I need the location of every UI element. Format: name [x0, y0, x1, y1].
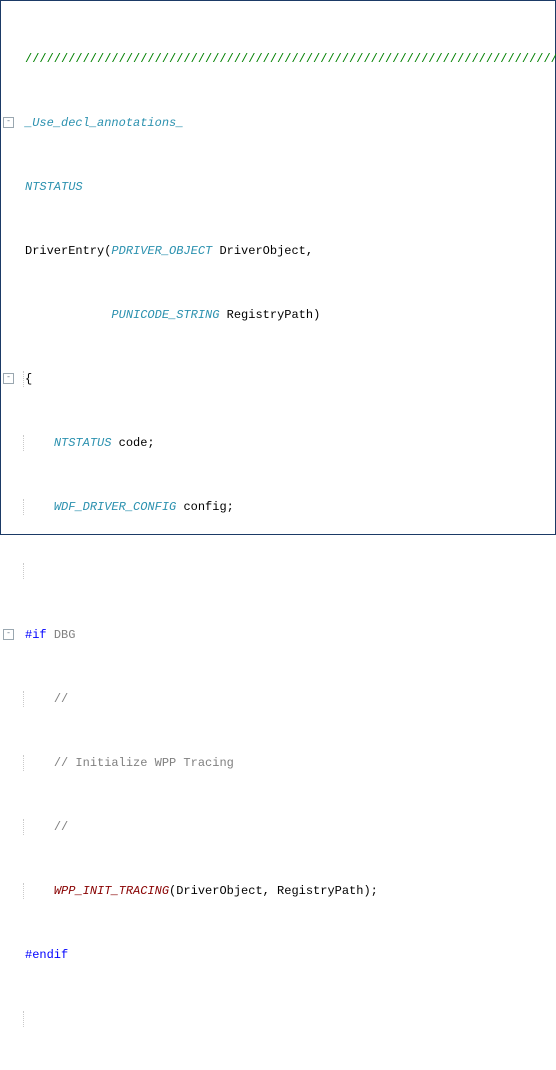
comment: // — [54, 820, 68, 834]
code-line: // — [15, 691, 555, 707]
brace: { — [25, 372, 32, 386]
code-line: -{ — [15, 371, 555, 387]
indent-guide — [23, 883, 24, 899]
code-line: -#if DBG — [15, 627, 555, 643]
code-line: NTSTATUS — [15, 179, 555, 195]
rule-comment: ////////////////////////////////////////… — [25, 52, 556, 66]
sal-annotation: _Use_decl_annotations_ — [25, 116, 183, 130]
code-line — [15, 1011, 555, 1027]
code-line: WPP_INIT_TRACING(DriverObject, RegistryP… — [15, 883, 555, 899]
code-line: -_Use_decl_annotations_ — [15, 115, 555, 131]
indent-guide — [23, 691, 24, 707]
code-line — [15, 563, 555, 579]
var-name: code; — [119, 436, 155, 450]
param-type: PUNICODE_STRING — [111, 308, 219, 322]
param-type: PDRIVER_OBJECT — [111, 244, 212, 258]
indent-guide — [23, 1011, 24, 1027]
code-line: // Initialize WPP Tracing — [15, 755, 555, 771]
var-type: NTSTATUS — [54, 436, 112, 450]
indent-guide — [23, 435, 24, 451]
code-line: WDF_DRIVER_CONFIG config; — [15, 499, 555, 515]
param-name: RegistryPath — [227, 308, 313, 322]
indent-guide — [23, 563, 24, 579]
code-line: // — [15, 819, 555, 835]
code-line: NTSTATUS code; — [15, 435, 555, 451]
code-line: #endif — [15, 947, 555, 963]
comment: // — [54, 692, 68, 706]
var-type: WDF_DRIVER_CONFIG — [54, 500, 176, 514]
preproc: #endif — [25, 948, 68, 962]
fold-toggle[interactable]: - — [3, 373, 14, 384]
return-type: NTSTATUS — [25, 180, 83, 194]
indent-guide — [23, 819, 24, 835]
function-name: DriverEntry — [25, 244, 104, 258]
indent-guide — [23, 755, 24, 771]
fold-toggle[interactable]: - — [3, 117, 14, 128]
code-area: ////////////////////////////////////////… — [15, 3, 555, 534]
call-args: (DriverObject, RegistryPath); — [169, 884, 378, 898]
fold-toggle[interactable]: - — [3, 629, 14, 640]
macro-call: WPP_INIT_TRACING — [54, 884, 169, 898]
code-line: PUNICODE_STRING RegistryPath) — [15, 307, 555, 323]
var-name: config; — [183, 500, 233, 514]
comment: // Initialize WPP Tracing — [54, 756, 234, 770]
indent-guide — [23, 371, 24, 387]
param-name: DriverObject — [219, 244, 305, 258]
preproc: #if DBG — [25, 628, 75, 642]
code-line: ////////////////////////////////////////… — [15, 51, 555, 67]
code-line: DriverEntry(PDRIVER_OBJECT DriverObject, — [15, 243, 555, 259]
indent-guide — [23, 499, 24, 515]
